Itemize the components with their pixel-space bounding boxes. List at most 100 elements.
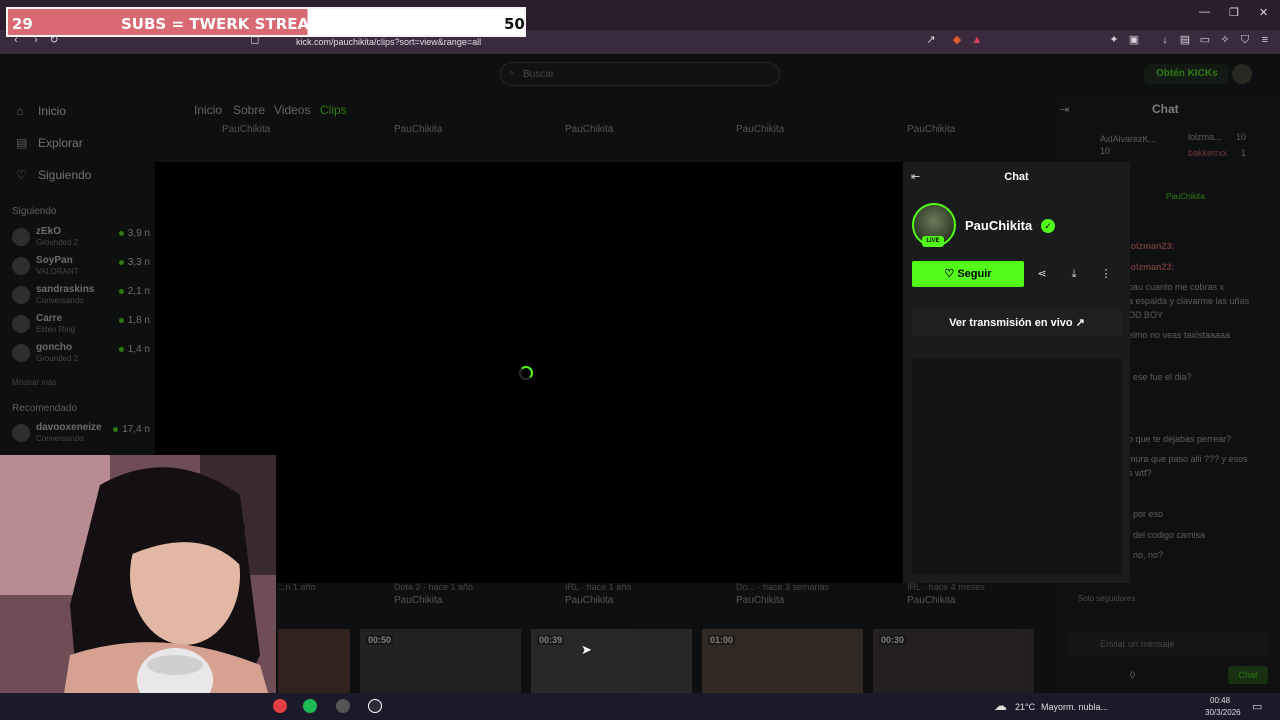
webcam-feed <box>0 455 276 720</box>
nav-inicio[interactable]: ⌂ Inicio <box>16 104 66 118</box>
chat-input[interactable]: Enviar un mensaje <box>1068 631 1268 657</box>
viewer-count: 3,9 n <box>119 228 150 239</box>
sidebar-channel[interactable]: SoyPan VALORANT 3,3 n <box>12 255 152 279</box>
channel-name: Carre <box>36 313 63 324</box>
avatar <box>12 228 30 246</box>
chat-username[interactable]: lolzman23: <box>1128 241 1175 251</box>
watch-live-button[interactable]: Ver transmisión en vivo ↗ <box>912 310 1122 336</box>
tab-clips[interactable]: Clips <box>320 103 347 117</box>
nav-label: Explorar <box>38 136 83 150</box>
clip-author[interactable]: PauChikita <box>736 595 784 606</box>
clip-author[interactable]: PauChikita <box>565 595 613 606</box>
chat-message: : no, no? <box>1128 550 1164 560</box>
app-icon[interactable] <box>336 699 350 713</box>
weather-icon: ☁ <box>994 698 1007 713</box>
show-more-link[interactable]: Mostrar más <box>12 378 56 387</box>
followers-only-notice: Solo seguidores <box>1078 594 1136 603</box>
clip-author[interactable]: PauChikita <box>394 124 442 135</box>
channel-name[interactable]: PauChikita <box>965 218 1032 233</box>
sidebar-channel[interactable]: davooxeneize Conversando 17,4 n <box>12 422 152 446</box>
close-icon[interactable]: ✕ <box>1259 6 1268 19</box>
channel-name: zEkO <box>36 226 62 237</box>
channel-game: Grounded 2 <box>36 354 79 363</box>
clip-author[interactable]: PauChikita <box>394 595 442 606</box>
clip-thumbnail[interactable] <box>278 629 350 693</box>
heart-icon: ♡ <box>944 268 955 280</box>
gift-count: 1 <box>1241 148 1247 158</box>
download-icon[interactable]: ⤓ <box>1065 265 1083 283</box>
viewer-count: 3,3 n <box>119 257 150 268</box>
brave-shield-icon[interactable]: ◆ <box>951 34 963 46</box>
goal-target-count: 50 <box>504 15 525 33</box>
more-options-icon[interactable]: ⋮ <box>1097 265 1115 283</box>
tab-inicio[interactable]: Inicio <box>194 103 222 117</box>
watch-live-label: Ver transmisión en vivo <box>949 317 1073 329</box>
clip-thumbnail[interactable]: 00:39 <box>531 629 692 693</box>
notifications-icon[interactable]: ▭ <box>1252 700 1262 713</box>
nav-explorar[interactable]: ▤ Explorar <box>16 136 83 150</box>
user-avatar[interactable] <box>1232 64 1252 84</box>
clip-author[interactable]: PauChikita <box>565 124 613 135</box>
minimize-icon[interactable]: — <box>1199 6 1210 18</box>
chat-message: mura que paso alli ??? y esos <box>1128 454 1248 464</box>
clip-meta: IRL · hace 1 año <box>565 582 632 592</box>
sidebar-channel[interactable]: sandraskins Conversando 2,1 n <box>12 284 152 308</box>
menu-icon[interactable]: ≡ <box>1259 34 1271 46</box>
weather-desc[interactable]: Mayorm. nubla... <box>1041 702 1108 712</box>
external-link-icon: ↗ <box>1075 317 1085 329</box>
popup-header: Chat <box>1004 171 1029 183</box>
sidebar-channel[interactable]: Carre Elden Ring 1,8 n <box>12 313 152 337</box>
chat-title: Chat <box>1152 102 1179 116</box>
chat-username[interactable]: lolzman23: <box>1128 262 1175 272</box>
webcam-image <box>0 455 276 720</box>
weather-temp[interactable]: 21°C <box>1015 702 1035 712</box>
avatar <box>12 286 30 304</box>
collapse-chat-icon[interactable]: ⇥ <box>1060 103 1069 116</box>
clip-author[interactable]: PauChikita <box>736 124 784 135</box>
sidebar-channel[interactable]: zEkO Grounded 2 3,9 n <box>12 226 152 250</box>
leo-icon[interactable]: ✧ <box>1219 34 1231 46</box>
app-icon[interactable] <box>368 699 382 713</box>
restore-icon[interactable]: ❐ <box>1229 6 1239 19</box>
search-icon: ⌕ <box>509 67 515 77</box>
clip-thumbnail[interactable]: 00:50 <box>360 629 521 693</box>
spotify-icon[interactable] <box>303 699 317 713</box>
goal-current-count: 29 <box>12 15 33 33</box>
follow-button[interactable]: ♡ Seguir <box>912 261 1024 287</box>
app-icon[interactable] <box>273 699 287 713</box>
clock-date[interactable]: 30/3/2026 <box>1205 708 1241 717</box>
vpn-icon[interactable]: ⛉ <box>1239 34 1251 46</box>
viewer-count: 17,4 n <box>113 424 150 435</box>
clip-author[interactable]: PauChikita <box>222 124 270 135</box>
channel-game: Grounded 2 <box>36 238 79 247</box>
clip-meta: Do... · hace 3 semanas <box>736 582 830 592</box>
screenshot-icon[interactable]: ▣ <box>1128 34 1140 46</box>
wallet-icon[interactable]: ▭ <box>1199 34 1211 46</box>
chat-message: : ese fue el dia? <box>1128 372 1192 382</box>
get-kicks-button[interactable]: Obtén KICKs <box>1144 64 1228 84</box>
viewer-count: 1,4 n <box>119 344 150 355</box>
follow-label: Seguir <box>957 268 992 280</box>
clip-thumbnail[interactable]: 00:30 <box>873 629 1034 693</box>
search-input[interactable]: Buscar <box>500 62 780 86</box>
clip-author[interactable]: PauChikita <box>907 595 955 606</box>
nav-siguiendo[interactable]: ♡ Siguiendo <box>16 168 91 182</box>
rewards-icon[interactable]: ▲ <box>971 34 983 46</box>
clock-time[interactable]: 00:48 <box>1210 696 1230 705</box>
top-gifter: AxlAlvarezK... <box>1100 134 1157 144</box>
send-chat-button[interactable]: Chat <box>1228 666 1268 684</box>
subs-goal-overlay: 29 SUBS = TWERK STREAM WITH GIRLS 50 <box>6 7 526 37</box>
extensions-icon[interactable]: ✦ <box>1108 34 1120 46</box>
chat-message: OD BOY <box>1128 310 1164 320</box>
gift-count: 10 <box>1236 132 1247 142</box>
share-icon[interactable]: ↗ <box>925 34 937 46</box>
download-icon[interactable]: ↓ <box>1159 34 1171 46</box>
clip-author[interactable]: PauChikita <box>907 124 955 135</box>
viewer-count: 1,8 n <box>119 315 150 326</box>
tab-sobre[interactable]: Sobre <box>233 103 265 117</box>
tab-videos[interactable]: Videos <box>274 103 310 117</box>
share-icon[interactable]: ⋖ <box>1033 265 1051 283</box>
sidebar-toggle-icon[interactable]: ▤ <box>1179 34 1191 46</box>
clip-thumbnail[interactable]: 01:00 <box>702 629 863 693</box>
sidebar-channel[interactable]: goncho Grounded 2 1,4 n <box>12 342 152 366</box>
